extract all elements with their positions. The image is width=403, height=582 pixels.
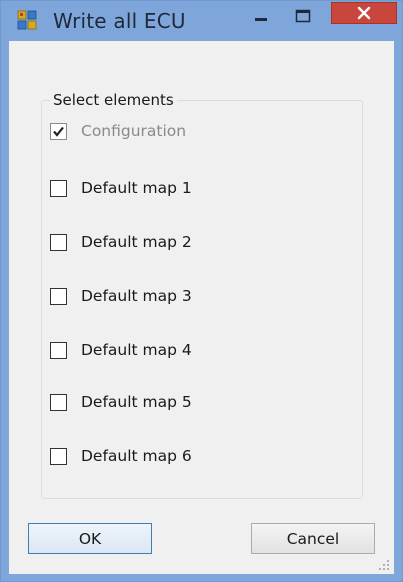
checkbox-default-map-6[interactable]: Default map 6 [50, 445, 192, 467]
checkbox-label: Default map 6 [81, 447, 192, 465]
checkbox-default-map-2[interactable]: Default map 2 [50, 231, 192, 253]
cancel-button[interactable]: Cancel [251, 523, 375, 554]
dialog-client-area: Select elements Configuration Default ma… [9, 41, 394, 574]
checkbox-box[interactable] [50, 447, 67, 465]
checkbox-box[interactable] [50, 341, 67, 359]
checkbox-label: Default map 5 [81, 393, 192, 411]
app-window-icon [17, 10, 37, 30]
ok-button[interactable]: OK [28, 523, 152, 554]
checkmark-icon [53, 126, 64, 137]
checkbox-box[interactable] [50, 179, 67, 197]
checkbox-label: Configuration [81, 122, 187, 140]
close-button[interactable] [331, 2, 397, 24]
checkbox-configuration[interactable]: Configuration [50, 120, 186, 142]
checkbox-default-map-5[interactable]: Default map 5 [50, 391, 192, 413]
checkbox-default-map-3[interactable]: Default map 3 [50, 285, 192, 307]
minimize-button[interactable] [241, 1, 281, 31]
checkbox-box[interactable] [50, 122, 67, 140]
title-bar[interactable]: Write all ECU [1, 1, 402, 41]
maximize-button[interactable] [283, 1, 323, 31]
checkbox-box[interactable] [50, 233, 67, 251]
checkbox-default-map-4[interactable]: Default map 4 [50, 339, 192, 361]
minimize-icon [255, 18, 267, 21]
dialog-window: Write all ECU Select elements Configurat… [0, 0, 403, 582]
checkbox-label: Default map 4 [81, 341, 192, 359]
checkbox-label: Default map 1 [81, 179, 192, 197]
checkbox-box[interactable] [50, 287, 67, 305]
checkbox-default-map-1[interactable]: Default map 1 [50, 177, 192, 199]
maximize-icon [295, 9, 311, 23]
checkbox-box[interactable] [50, 393, 67, 411]
resize-grip-icon[interactable] [378, 559, 390, 571]
window-title: Write all ECU [53, 9, 186, 33]
checkbox-label: Default map 3 [81, 287, 192, 305]
group-legend: Select elements [53, 91, 174, 109]
close-icon [357, 6, 371, 20]
checkbox-label: Default map 2 [81, 233, 192, 251]
